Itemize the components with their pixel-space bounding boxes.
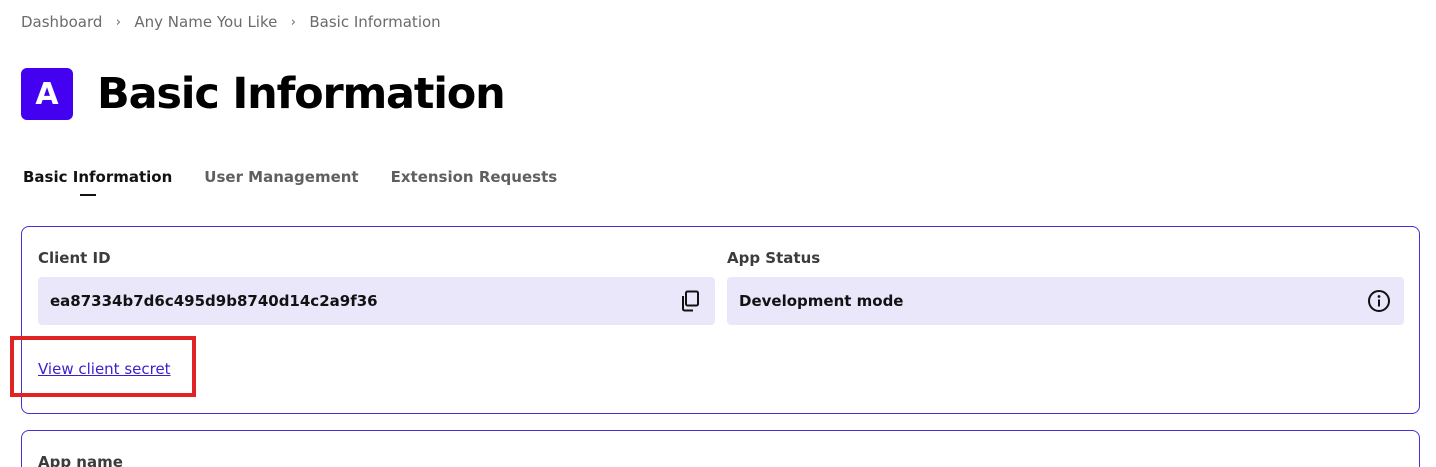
app-status-label: App Status — [727, 249, 821, 267]
breadcrumb-dashboard[interactable]: Dashboard — [21, 13, 102, 31]
app-name-label: App name — [38, 453, 123, 467]
app-name-card: App name — [21, 430, 1420, 467]
copy-icon[interactable] — [677, 288, 703, 314]
active-tab-indicator — [80, 194, 96, 196]
breadcrumb-current: Basic Information — [309, 13, 441, 31]
tab-bar: Basic Information User Management Extens… — [23, 168, 557, 196]
breadcrumb-app[interactable]: Any Name You Like — [134, 13, 277, 31]
client-id-field: ea87334b7d6c495d9b8740d14c2a9f36 — [38, 277, 715, 325]
client-id-value: ea87334b7d6c495d9b8740d14c2a9f36 — [50, 292, 378, 310]
tab-user-management[interactable]: User Management — [204, 168, 358, 196]
chevron-right-icon: › — [290, 14, 296, 30]
tab-label: Extension Requests — [390, 168, 558, 186]
breadcrumb: Dashboard › Any Name You Like › Basic In… — [21, 10, 441, 34]
tab-label: User Management — [204, 168, 359, 186]
page-title: Basic Information — [97, 69, 506, 119]
chevron-right-icon: › — [115, 14, 121, 30]
title-row: A Basic Information — [21, 66, 506, 122]
page: Dashboard › Any Name You Like › Basic In… — [0, 0, 1436, 467]
tab-basic-information[interactable]: Basic Information — [23, 168, 172, 196]
client-id-label: Client ID — [38, 249, 111, 267]
app-avatar: A — [21, 68, 73, 120]
highlight-annotation — [10, 336, 196, 397]
tab-label: Basic Information — [23, 168, 173, 186]
credentials-card: Client ID ea87334b7d6c495d9b8740d14c2a9f… — [21, 226, 1420, 414]
app-status-value: Development mode — [739, 292, 904, 310]
app-status-field: Development mode — [727, 277, 1404, 325]
tab-extension-requests[interactable]: Extension Requests — [391, 168, 558, 196]
info-icon[interactable] — [1366, 288, 1392, 314]
